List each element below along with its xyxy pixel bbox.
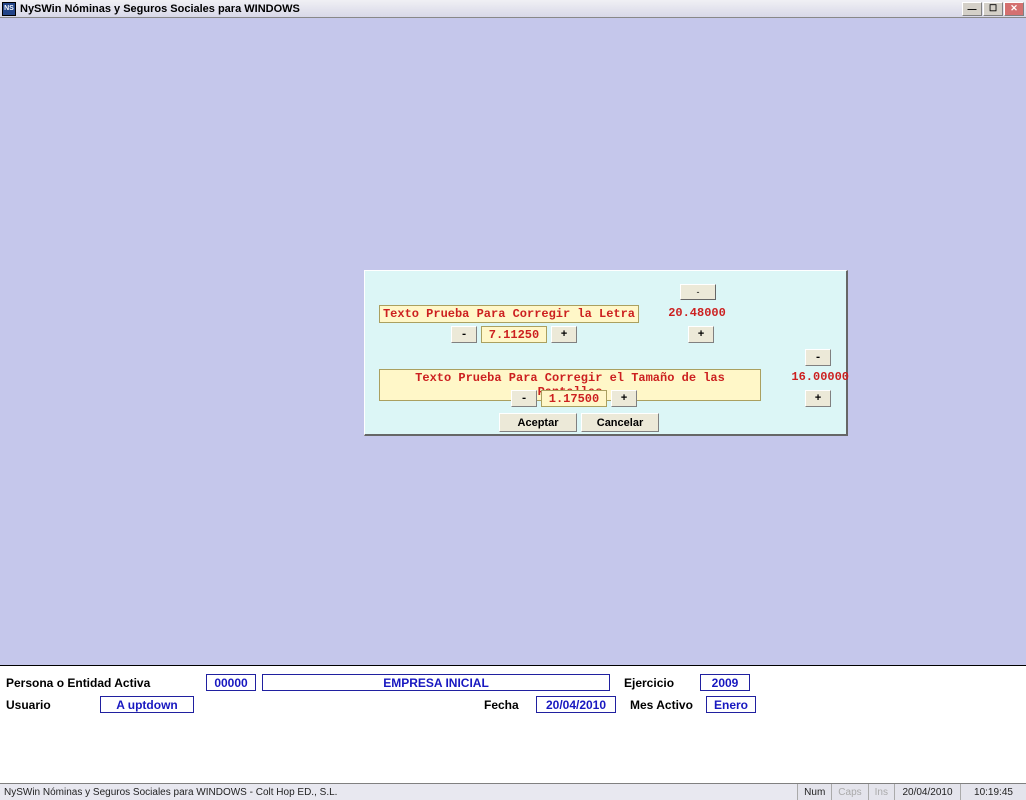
status-caps: Caps [831, 784, 867, 800]
fecha-field[interactable]: 20/04/2010 [536, 696, 616, 713]
screen-minus-button[interactable]: - [511, 390, 537, 407]
accept-button[interactable]: Aceptar [499, 413, 577, 432]
maximize-button[interactable]: ☐ [983, 2, 1003, 16]
close-button[interactable]: ✕ [1004, 2, 1024, 16]
screen-value: 1.17500 [541, 390, 607, 407]
cancel-button[interactable]: Cancelar [581, 413, 659, 432]
fecha-label: Fecha [484, 698, 536, 712]
mes-label: Mes Activo [630, 698, 706, 712]
letter-minus-button[interactable]: - [451, 326, 477, 343]
letter-value: 7.11250 [481, 326, 547, 343]
letter-controls: - 7.11250 + [451, 326, 577, 343]
status-num: Num [797, 784, 831, 800]
titlebar: NS NySWin Nóminas y Seguros Sociales par… [0, 0, 1026, 18]
letter-side-plus-button[interactable]: + [688, 326, 714, 343]
mes-field[interactable]: Enero [706, 696, 756, 713]
entity-label: Persona o Entidad Activa [6, 676, 206, 690]
usuario-label: Usuario [6, 698, 100, 712]
ejercicio-field[interactable]: 2009 [700, 674, 750, 691]
settings-dialog: - Texto Prueba Para Corregir la Letra - … [364, 270, 848, 436]
letter-side-value: 20.48000 [663, 306, 731, 320]
entity-code-field[interactable]: 00000 [206, 674, 256, 691]
workarea: - Texto Prueba Para Corregir la Letra - … [0, 18, 1026, 665]
entity-name-field[interactable]: EMPRESA INICIAL [262, 674, 610, 691]
top-indicator[interactable]: - [680, 284, 716, 300]
letter-banner: Texto Prueba Para Corregir la Letra [379, 305, 639, 323]
screen-plus-button[interactable]: + [611, 390, 637, 407]
status-time: 10:19:45 [960, 784, 1026, 800]
status-text: NySWin Nóminas y Seguros Sociales para W… [0, 787, 797, 798]
screen-controls: - 1.17500 + [511, 390, 637, 407]
statusbar: NySWin Nóminas y Seguros Sociales para W… [0, 783, 1026, 800]
letter-plus-button[interactable]: + [551, 326, 577, 343]
screen-side-value: 16.00000 [783, 370, 849, 384]
ejercicio-label: Ejercicio [624, 676, 700, 690]
info-panel: Persona o Entidad Activa 00000 EMPRESA I… [0, 665, 1026, 783]
window-title: NySWin Nóminas y Seguros Sociales para W… [20, 3, 300, 15]
minimize-button[interactable]: — [962, 2, 982, 16]
status-ins: Ins [868, 784, 894, 800]
screen-side-minus-button[interactable]: - [805, 349, 831, 366]
app-icon: NS [2, 2, 16, 16]
status-date: 20/04/2010 [894, 784, 960, 800]
screen-side-plus-button[interactable]: + [805, 390, 831, 407]
usuario-field[interactable]: A uptdown [100, 696, 194, 713]
